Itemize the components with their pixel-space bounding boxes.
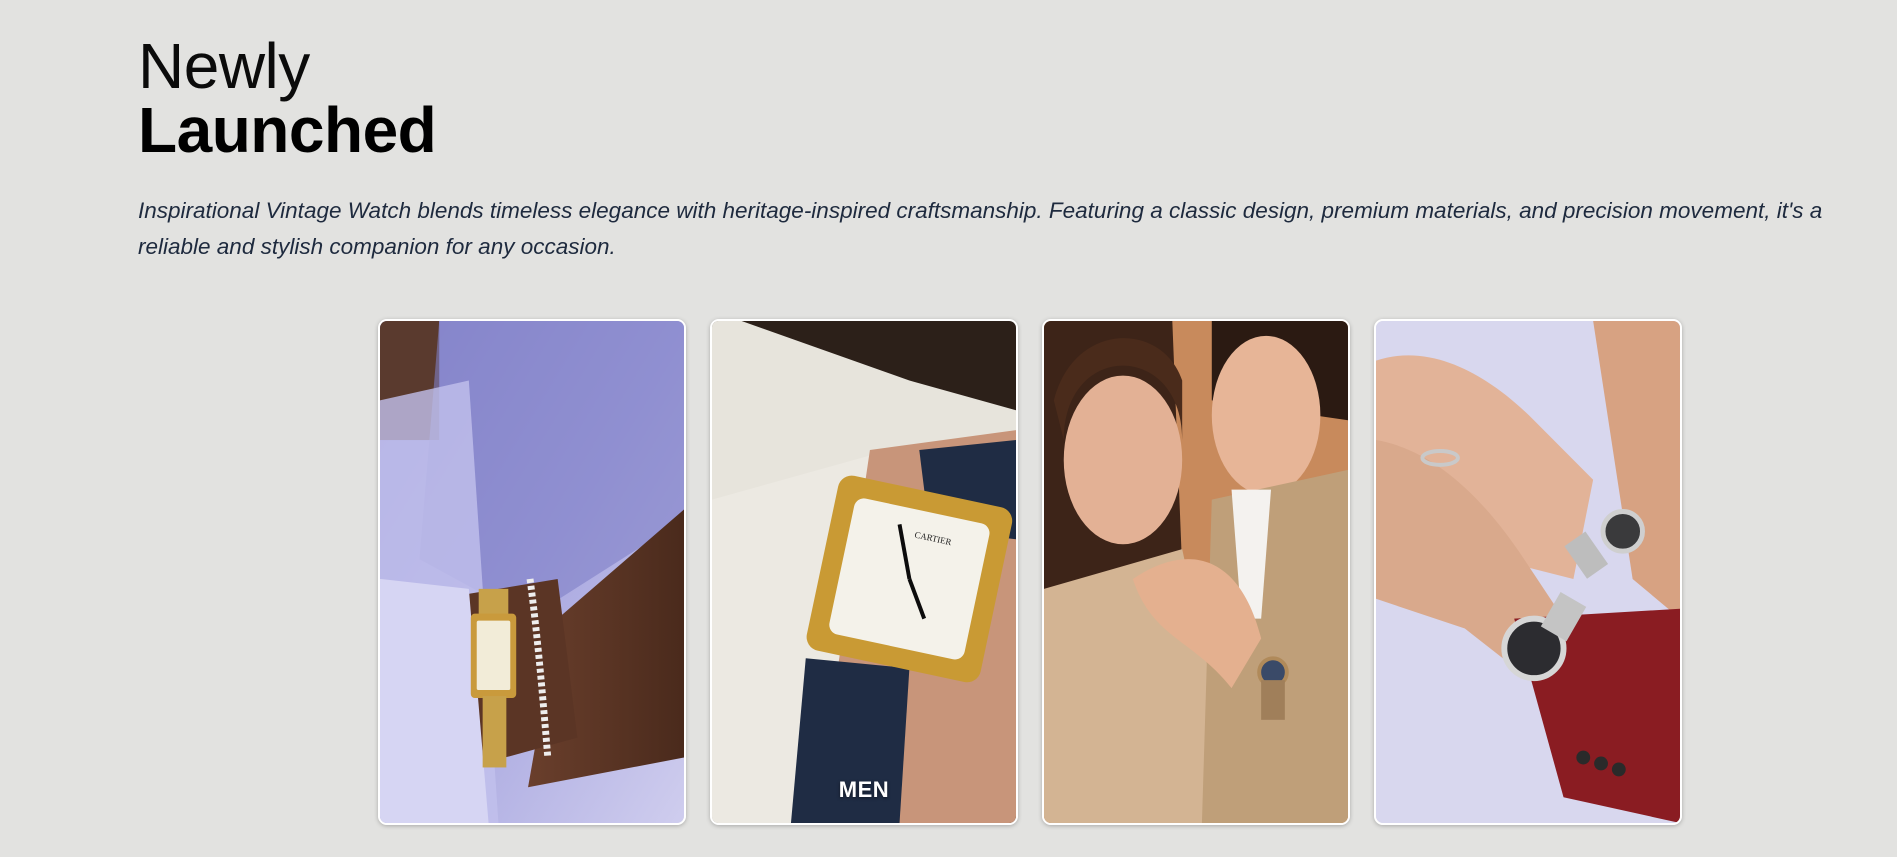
newly-launched-section: Newly Launched Inspirational Vintage Wat…	[0, 0, 1897, 857]
section-title-light: Newly	[138, 30, 310, 102]
section-title-bold: Launched	[138, 94, 437, 166]
card-label-2: MEN	[838, 777, 890, 802]
product-image-4	[1376, 321, 1680, 823]
product-image-3	[1044, 321, 1348, 823]
section-description: Inspirational Vintage Watch blends timel…	[138, 198, 1823, 259]
product-image-2: CARTIER	[712, 321, 1016, 823]
product-card-4[interactable]	[1374, 319, 1682, 825]
product-card-row: CARTIER MEN	[378, 319, 1684, 825]
product-card-2[interactable]: CARTIER MEN	[710, 319, 1018, 825]
product-image-1	[380, 321, 684, 823]
product-card-1[interactable]	[378, 319, 686, 825]
product-card-3[interactable]	[1042, 319, 1350, 825]
